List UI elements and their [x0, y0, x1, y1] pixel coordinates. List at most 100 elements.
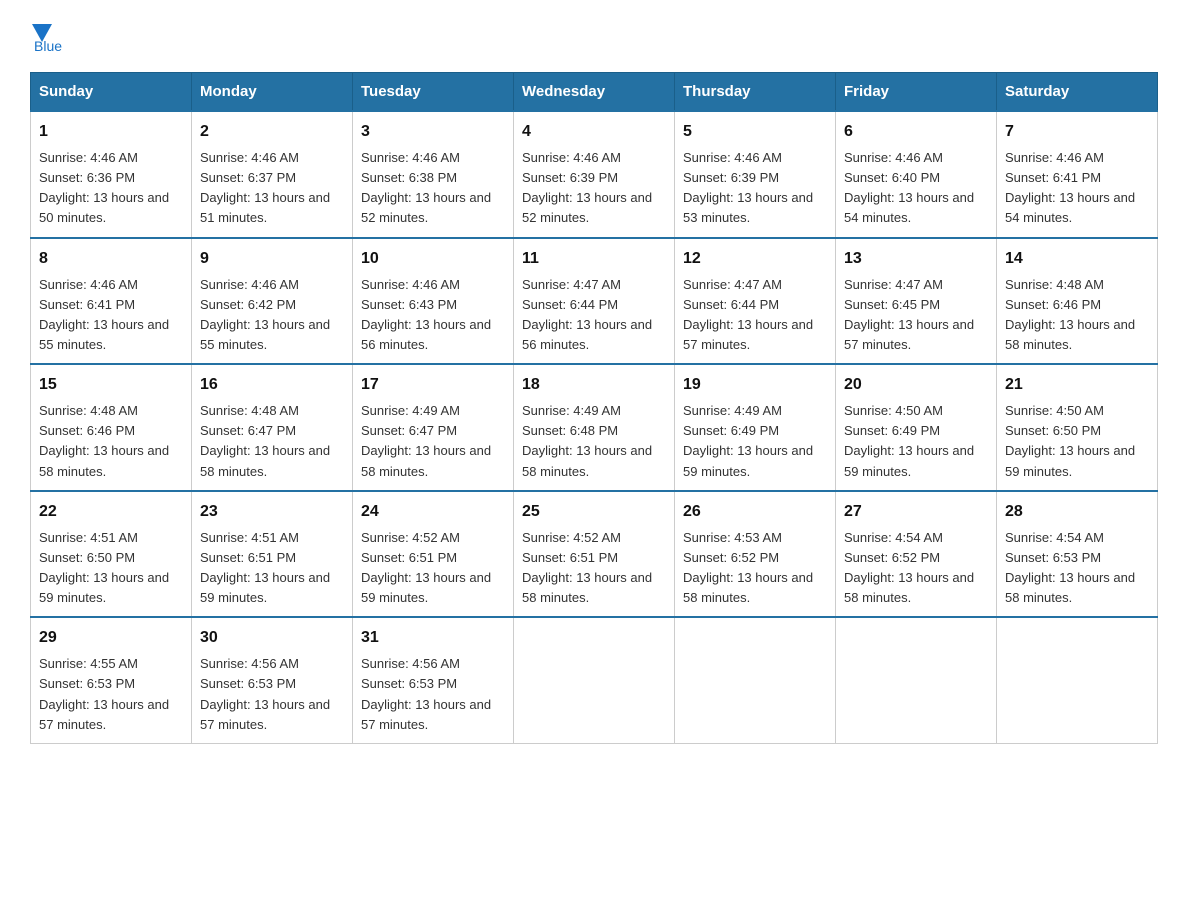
logo-area: Blue [30, 20, 62, 54]
day-number: 28 [1005, 500, 1149, 524]
calendar-cell: 30Sunrise: 4:56 AMSunset: 6:53 PMDayligh… [192, 617, 353, 743]
calendar-cell: 1 Sunrise: 4:46 AMSunset: 6:36 PMDaylight… [31, 111, 192, 238]
calendar-cell: 4 Sunrise: 4:46 AMSunset: 6:39 PMDaylight… [514, 111, 675, 238]
day-info: Sunrise: 4:46 AMSunset: 6:40 PMDaylight:… [844, 148, 988, 229]
calendar-cell [997, 617, 1158, 743]
day-info: Sunrise: 4:46 AMSunset: 6:42 PMDaylight:… [200, 275, 344, 356]
day-number: 5 [683, 120, 827, 144]
calendar-cell: 24 Sunrise: 4:52 AMSunset: 6:51 PMDayligh… [353, 491, 514, 618]
day-info: Sunrise: 4:56 AMSunset: 6:53 PMDaylight:… [200, 654, 344, 735]
day-number: 26 [683, 500, 827, 524]
calendar-cell: 26 Sunrise: 4:53 AMSunset: 6:52 PMDayligh… [675, 491, 836, 618]
calendar-cell: 15Sunrise: 4:48 AMSunset: 6:46 PMDayligh… [31, 364, 192, 491]
calendar-table: SundayMondayTuesdayWednesdayThursdayFrid… [30, 72, 1158, 744]
calendar-cell: 12Sunrise: 4:47 AMSunset: 6:44 PMDayligh… [675, 238, 836, 365]
day-number: 12 [683, 247, 827, 271]
day-info: Sunrise: 4:50 AMSunset: 6:50 PMDaylight:… [1005, 401, 1149, 482]
header-day-tuesday: Tuesday [353, 73, 514, 112]
day-info: Sunrise: 4:50 AMSunset: 6:49 PMDaylight:… [844, 401, 988, 482]
calendar-cell: 8 Sunrise: 4:46 AMSunset: 6:41 PMDaylight… [31, 238, 192, 365]
day-number: 29 [39, 626, 183, 650]
header-day-sunday: Sunday [31, 73, 192, 112]
calendar-cell: 31 Sunrise: 4:56 AMSunset: 6:53 PMDayligh… [353, 617, 514, 743]
logo-subtitle: Blue [34, 38, 62, 54]
header-day-wednesday: Wednesday [514, 73, 675, 112]
day-number: 24 [361, 500, 505, 524]
day-info: Sunrise: 4:47 AMSunset: 6:45 PMDaylight:… [844, 275, 988, 356]
calendar-cell: 16Sunrise: 4:48 AMSunset: 6:47 PMDayligh… [192, 364, 353, 491]
day-number: 17 [361, 373, 505, 397]
day-info: Sunrise: 4:54 AMSunset: 6:52 PMDaylight:… [844, 528, 988, 609]
calendar-cell: 22 Sunrise: 4:51 AMSunset: 6:50 PMDayligh… [31, 491, 192, 618]
day-info: Sunrise: 4:46 AMSunset: 6:38 PMDaylight:… [361, 148, 505, 229]
day-info: Sunrise: 4:52 AMSunset: 6:51 PMDaylight:… [361, 528, 505, 609]
day-number: 22 [39, 500, 183, 524]
week-row-4: 22 Sunrise: 4:51 AMSunset: 6:50 PMDayligh… [31, 491, 1158, 618]
day-number: 23 [200, 500, 344, 524]
day-info: Sunrise: 4:46 AMSunset: 6:36 PMDaylight:… [39, 148, 183, 229]
day-number: 15 [39, 373, 183, 397]
day-number: 13 [844, 247, 988, 271]
day-info: Sunrise: 4:49 AMSunset: 6:48 PMDaylight:… [522, 401, 666, 482]
week-row-3: 15Sunrise: 4:48 AMSunset: 6:46 PMDayligh… [31, 364, 1158, 491]
header-day-saturday: Saturday [997, 73, 1158, 112]
day-info: Sunrise: 4:46 AMSunset: 6:37 PMDaylight:… [200, 148, 344, 229]
day-number: 2 [200, 120, 344, 144]
day-number: 27 [844, 500, 988, 524]
day-info: Sunrise: 4:46 AMSunset: 6:43 PMDaylight:… [361, 275, 505, 356]
week-row-1: 1 Sunrise: 4:46 AMSunset: 6:36 PMDaylight… [31, 111, 1158, 238]
day-number: 3 [361, 120, 505, 144]
calendar-cell: 11 Sunrise: 4:47 AMSunset: 6:44 PMDayligh… [514, 238, 675, 365]
day-info: Sunrise: 4:54 AMSunset: 6:53 PMDaylight:… [1005, 528, 1149, 609]
calendar-cell: 19 Sunrise: 4:49 AMSunset: 6:49 PMDayligh… [675, 364, 836, 491]
day-number: 1 [39, 120, 183, 144]
day-info: Sunrise: 4:51 AMSunset: 6:50 PMDaylight:… [39, 528, 183, 609]
header: Blue [30, 20, 1158, 54]
day-info: Sunrise: 4:47 AMSunset: 6:44 PMDaylight:… [522, 275, 666, 356]
day-info: Sunrise: 4:49 AMSunset: 6:49 PMDaylight:… [683, 401, 827, 482]
calendar-cell: 18Sunrise: 4:49 AMSunset: 6:48 PMDayligh… [514, 364, 675, 491]
header-day-thursday: Thursday [675, 73, 836, 112]
day-info: Sunrise: 4:56 AMSunset: 6:53 PMDaylight:… [361, 654, 505, 735]
calendar-cell: 10 Sunrise: 4:46 AMSunset: 6:43 PMDayligh… [353, 238, 514, 365]
calendar-cell: 17 Sunrise: 4:49 AMSunset: 6:47 PMDayligh… [353, 364, 514, 491]
calendar-cell [675, 617, 836, 743]
day-info: Sunrise: 4:46 AMSunset: 6:39 PMDaylight:… [683, 148, 827, 229]
calendar-cell: 14 Sunrise: 4:48 AMSunset: 6:46 PMDayligh… [997, 238, 1158, 365]
day-info: Sunrise: 4:46 AMSunset: 6:39 PMDaylight:… [522, 148, 666, 229]
calendar-cell: 6 Sunrise: 4:46 AMSunset: 6:40 PMDaylight… [836, 111, 997, 238]
header-row: SundayMondayTuesdayWednesdayThursdayFrid… [31, 73, 1158, 112]
day-number: 10 [361, 247, 505, 271]
day-info: Sunrise: 4:46 AMSunset: 6:41 PMDaylight:… [1005, 148, 1149, 229]
day-number: 11 [522, 247, 666, 271]
calendar-cell: 21 Sunrise: 4:50 AMSunset: 6:50 PMDayligh… [997, 364, 1158, 491]
calendar-cell: 23 Sunrise: 4:51 AMSunset: 6:51 PMDayligh… [192, 491, 353, 618]
day-info: Sunrise: 4:55 AMSunset: 6:53 PMDaylight:… [39, 654, 183, 735]
day-info: Sunrise: 4:51 AMSunset: 6:51 PMDaylight:… [200, 528, 344, 609]
week-row-2: 8 Sunrise: 4:46 AMSunset: 6:41 PMDaylight… [31, 238, 1158, 365]
day-info: Sunrise: 4:46 AMSunset: 6:41 PMDaylight:… [39, 275, 183, 356]
calendar-cell: 13 Sunrise: 4:47 AMSunset: 6:45 PMDayligh… [836, 238, 997, 365]
calendar-cell: 28 Sunrise: 4:54 AMSunset: 6:53 PMDayligh… [997, 491, 1158, 618]
day-number: 9 [200, 247, 344, 271]
day-number: 31 [361, 626, 505, 650]
calendar-cell: 20 Sunrise: 4:50 AMSunset: 6:49 PMDayligh… [836, 364, 997, 491]
day-number: 21 [1005, 373, 1149, 397]
calendar-cell [836, 617, 997, 743]
day-number: 19 [683, 373, 827, 397]
calendar-cell: 7Sunrise: 4:46 AMSunset: 6:41 PMDaylight… [997, 111, 1158, 238]
calendar-cell [514, 617, 675, 743]
day-number: 8 [39, 247, 183, 271]
header-day-friday: Friday [836, 73, 997, 112]
day-number: 20 [844, 373, 988, 397]
day-info: Sunrise: 4:49 AMSunset: 6:47 PMDaylight:… [361, 401, 505, 482]
day-number: 6 [844, 120, 988, 144]
day-info: Sunrise: 4:48 AMSunset: 6:46 PMDaylight:… [1005, 275, 1149, 356]
calendar-cell: 29 Sunrise: 4:55 AMSunset: 6:53 PMDayligh… [31, 617, 192, 743]
day-number: 14 [1005, 247, 1149, 271]
week-row-5: 29 Sunrise: 4:55 AMSunset: 6:53 PMDayligh… [31, 617, 1158, 743]
day-number: 25 [522, 500, 666, 524]
day-info: Sunrise: 4:52 AMSunset: 6:51 PMDaylight:… [522, 528, 666, 609]
day-number: 4 [522, 120, 666, 144]
day-info: Sunrise: 4:53 AMSunset: 6:52 PMDaylight:… [683, 528, 827, 609]
